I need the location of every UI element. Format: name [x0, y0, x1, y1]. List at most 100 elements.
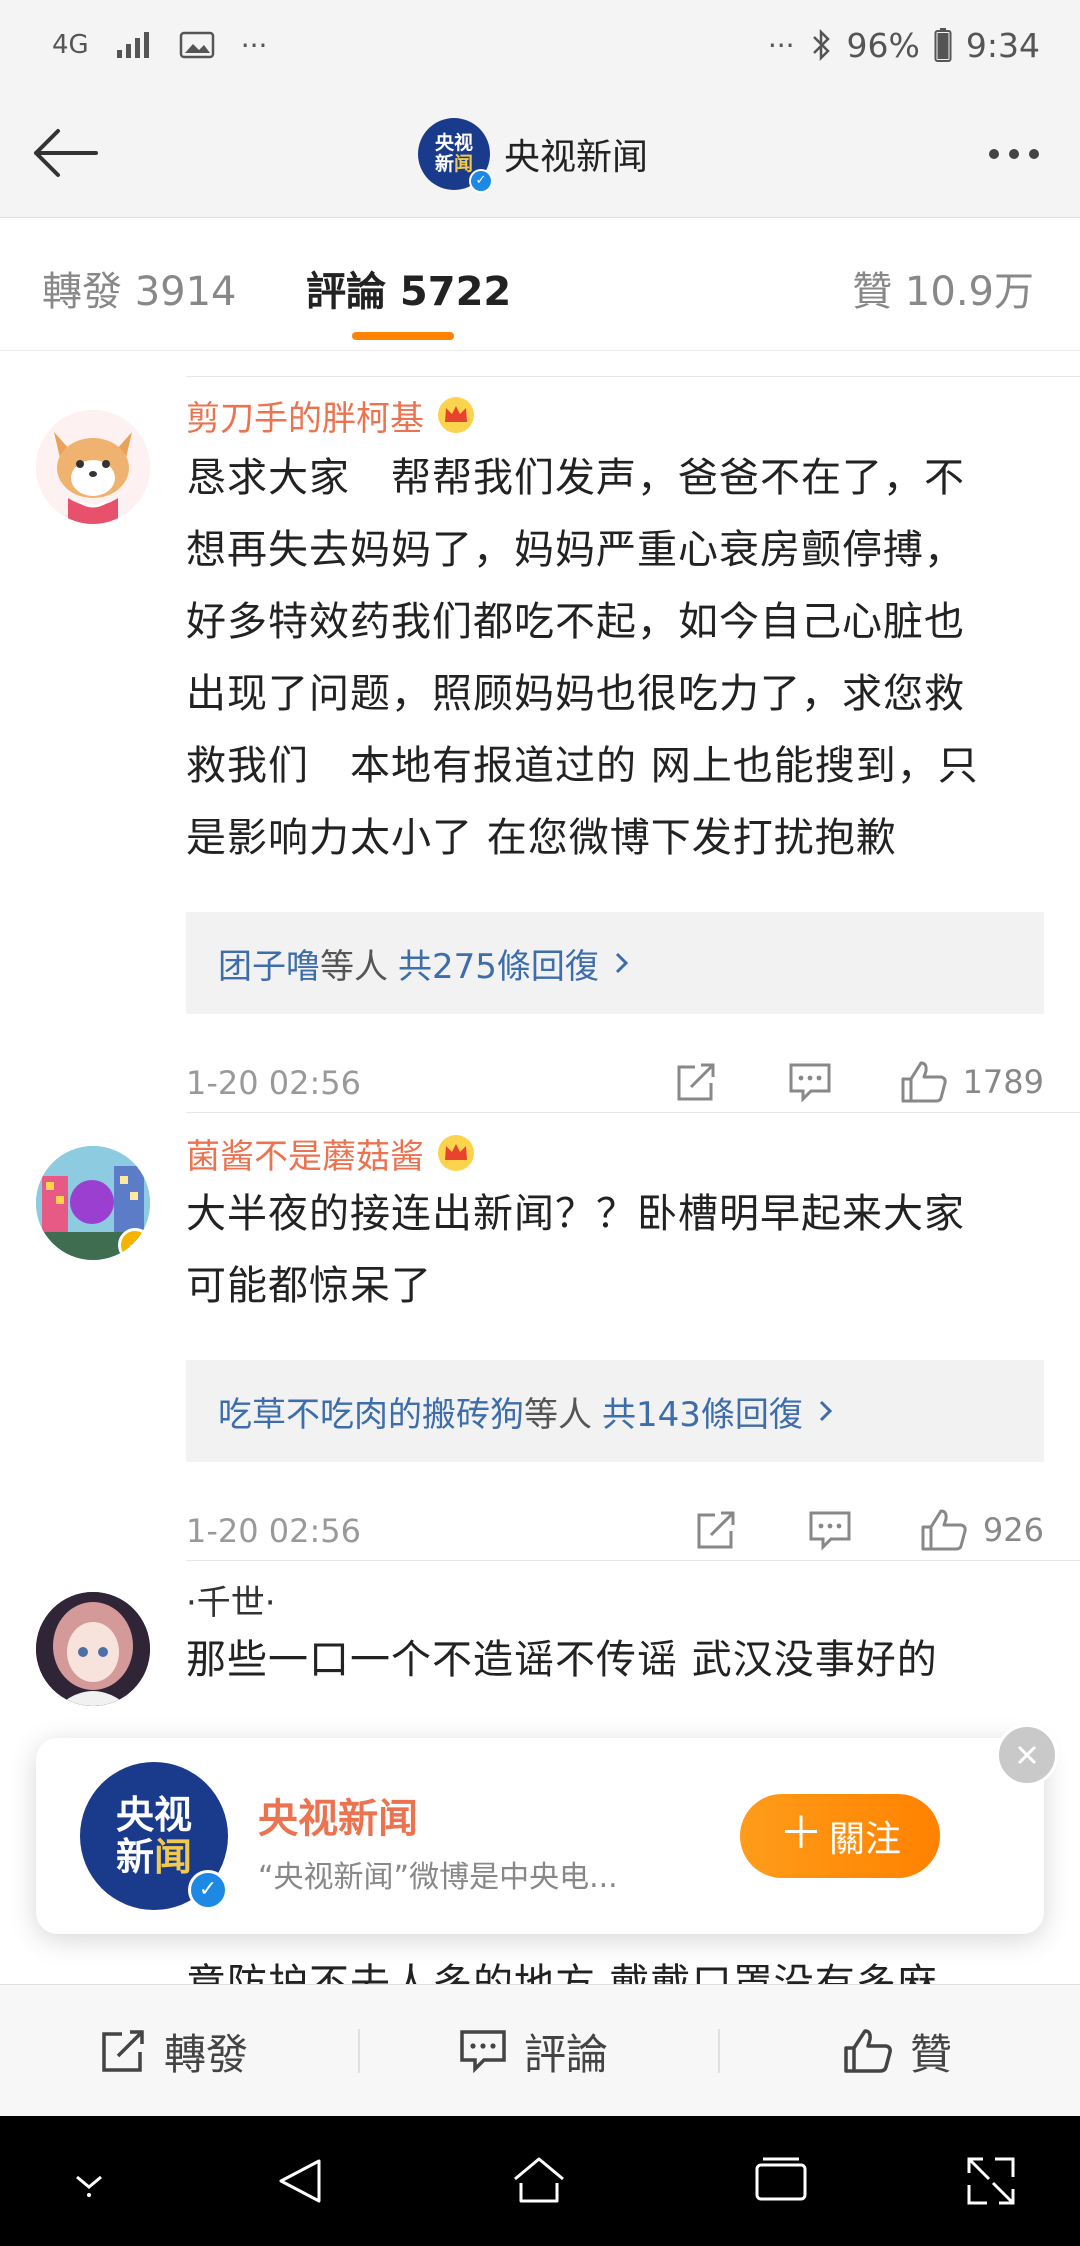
- like-label: 贊: [910, 2029, 953, 2079]
- nav-back-icon[interactable]: [268, 2148, 334, 2214]
- system-nav-bar: [0, 2116, 1080, 2246]
- share-icon: [102, 2030, 144, 2072]
- separator: [358, 2029, 360, 2073]
- comment-line: 是影响力太小了 在您微博下发打扰抱歉: [186, 815, 897, 861]
- reply-authors: 团子噜: [218, 946, 320, 987]
- status-bar: 4G ··· ··· 96% 9:34: [0, 0, 1080, 90]
- like-icon: [844, 2029, 892, 2073]
- replies-box[interactable]: 吃草不吃肉的搬砖狗 等人 共143條回復: [186, 1360, 1044, 1462]
- follow-label: 關注: [828, 1819, 901, 1860]
- comment-text: 恳求大家 帮帮我们发声，爸爸不在了，不 想再失去妈妈了，妈妈严重心衰房颤停搏， …: [186, 442, 1046, 874]
- nav-recents-icon[interactable]: [748, 2148, 814, 2214]
- nav-home-icon[interactable]: [506, 2148, 572, 2214]
- share-icon[interactable]: [685, 1502, 747, 1558]
- bottom-action-bar: 轉發 評論 贊: [0, 1984, 1080, 2116]
- status-more-left: ···: [240, 28, 268, 62]
- battery-percent: 96%: [846, 25, 920, 65]
- like-icon[interactable]: [893, 1054, 955, 1110]
- status-right: ··· 96% 9:34: [768, 22, 1040, 68]
- comment-text: 大半夜的接连出新闻？？卧槽明早起来大家 可能都惊呆了: [186, 1178, 1046, 1322]
- banner-avatar[interactable]: 央视 新闻 ✓: [80, 1762, 228, 1910]
- hide-keyboard-icon[interactable]: [56, 2148, 122, 2214]
- corgi-avatar-icon: [36, 410, 150, 524]
- user-avatar[interactable]: ✓: [36, 1146, 150, 1260]
- repost-button[interactable]: 轉發: [98, 1985, 248, 2117]
- follow-banner: 央视 新闻 ✓ 央视新闻 “央视新闻”微博是中央电... ＋ 關注: [36, 1724, 1058, 1934]
- comment-line: 大半夜的接连出新闻？？卧槽明早起来大家: [186, 1191, 965, 1237]
- comment-line: 想再失去妈妈了，妈妈严重心衰房颤停搏，: [186, 527, 965, 573]
- comment-time: 1-20 02:56: [186, 1064, 362, 1102]
- like-count: 1789: [962, 1063, 1044, 1101]
- like-icon[interactable]: [913, 1502, 975, 1558]
- banner-description: “央视新闻”微博是中央电...: [258, 1860, 618, 1895]
- comment-icon[interactable]: [799, 1502, 861, 1558]
- banner-account-name[interactable]: 央视新闻: [258, 1786, 418, 1844]
- separator: [718, 2029, 720, 2073]
- plus-icon: ＋: [778, 1808, 823, 1859]
- comment-icon: [460, 2030, 506, 2074]
- chevron-right-icon: [613, 949, 631, 977]
- comment-label: 評論: [524, 2029, 609, 2079]
- comment-icon[interactable]: [779, 1054, 841, 1110]
- chevron-right-icon: [817, 1397, 835, 1425]
- comment-username[interactable]: ·千世·: [186, 1575, 276, 1624]
- verified-badge-icon: ✓: [118, 1228, 150, 1260]
- status-left: 4G ···: [52, 22, 267, 68]
- comment-line: 那些一口一个不造谣不传谣 武汉没事好的: [186, 1637, 938, 1683]
- user-avatar[interactable]: [36, 410, 150, 524]
- status-more-right: ···: [767, 28, 795, 62]
- avatar-line-1: 央视: [115, 1793, 192, 1837]
- comment-username[interactable]: 剪刀手的胖柯基: [186, 391, 424, 440]
- nav-title: 央视新闻: [504, 137, 649, 178]
- repost-label: 轉發: [164, 2029, 249, 2079]
- comment-button[interactable]: 評論: [458, 1985, 608, 2117]
- follow-button[interactable]: ＋ 關注: [740, 1794, 940, 1878]
- comment-line: 可能都惊呆了: [186, 1263, 432, 1309]
- gallery-icon: [179, 30, 215, 60]
- nav-bar: 央视 新闻 ✓ 央视新闻: [0, 90, 1080, 218]
- divider: [186, 376, 1080, 377]
- close-icon[interactable]: [996, 1724, 1058, 1786]
- signal-icon: [115, 30, 153, 60]
- avatar-line-1: 央视: [434, 132, 473, 154]
- tab-likes[interactable]: 贊 10.9万: [852, 259, 1034, 317]
- comment-actions: 1789: [665, 1054, 1044, 1110]
- verified-badge-icon: ✓: [188, 1870, 228, 1910]
- divider: [186, 1112, 1080, 1113]
- reply-count: 共275條回復: [398, 946, 599, 987]
- user-line: ·千世·: [186, 1574, 276, 1624]
- comment-line: 出现了问题，照顾妈妈也很吃力了，求您救: [186, 671, 965, 717]
- back-button[interactable]: [26, 120, 102, 186]
- screen-rotate-icon[interactable]: [958, 2148, 1024, 2214]
- reply-authors: 吃草不吃肉的搬砖狗: [218, 1394, 524, 1435]
- comment-text: 那些一口一个不造谣不传谣 武汉没事好的: [186, 1624, 1046, 1696]
- more-options-icon[interactable]: [976, 130, 1052, 178]
- comment-username[interactable]: 菌酱不是蘑菇酱: [186, 1129, 424, 1178]
- network-type: 4G: [52, 30, 89, 60]
- back-arrow-icon: [34, 129, 98, 177]
- avatar-line-2: 新闻: [115, 1835, 193, 1879]
- share-icon[interactable]: [665, 1054, 727, 1110]
- nav-avatar: 央视 新闻 ✓: [418, 118, 493, 193]
- avatar-line-2: 新闻: [434, 153, 474, 175]
- like-button[interactable]: 贊: [842, 1985, 952, 2117]
- tab-bar: 轉發 3914 評論 5722 贊 10.9万: [0, 219, 1080, 351]
- vip-crown-icon: [438, 397, 474, 433]
- tab-comments[interactable]: 評論 5722: [306, 259, 511, 317]
- comment-actions: 926: [685, 1502, 1044, 1558]
- tab-repost[interactable]: 轉發 3914: [42, 259, 237, 317]
- tab-active-indicator: [352, 332, 454, 340]
- comment-line: 救我们 本地有报道过的 网上也能搜到，只: [186, 743, 979, 789]
- user-line: 菌酱不是蘑菇酱: [186, 1128, 476, 1178]
- replies-box[interactable]: 团子噜 等人 共275條回復: [186, 912, 1044, 1014]
- reply-and-others: 等人: [320, 946, 388, 987]
- bluetooth-icon: [809, 27, 833, 63]
- nav-title-group[interactable]: 央视 新闻 ✓ 央视新闻: [418, 116, 649, 193]
- reply-and-others: 等人: [524, 1394, 592, 1435]
- reply-count: 共143條回復: [602, 1394, 803, 1435]
- anime-girl-avatar-icon: [36, 1592, 150, 1706]
- user-line: 剪刀手的胖柯基: [186, 390, 476, 440]
- user-avatar[interactable]: [36, 1592, 150, 1706]
- vip-crown-icon: [438, 1135, 474, 1171]
- comment-line: 恳求大家 帮帮我们发声，爸爸不在了，不: [186, 455, 965, 501]
